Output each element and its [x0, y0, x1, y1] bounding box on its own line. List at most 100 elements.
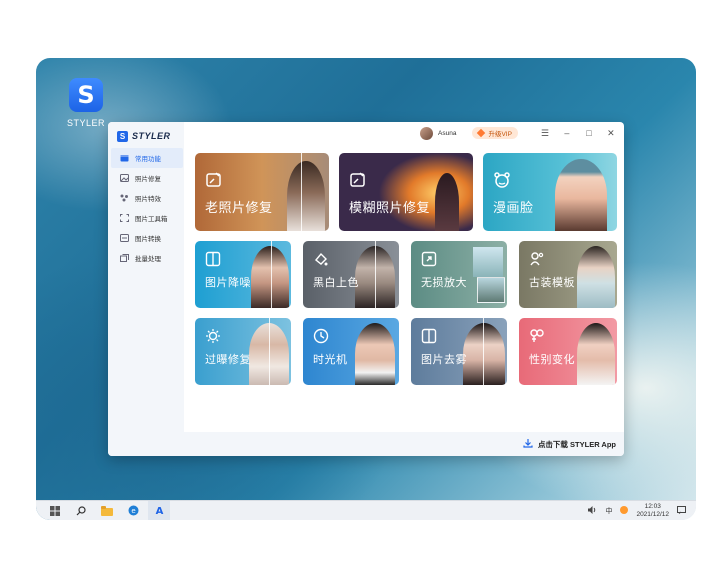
taskbar: e A 中 12:03 2021/12/12 [36, 500, 696, 520]
toolbox-icon [120, 214, 129, 222]
user-name: Asuna [438, 129, 457, 137]
card-title: 时光机 [313, 354, 348, 366]
user-profile[interactable]: Asuna [420, 126, 457, 140]
compare-divider [375, 241, 376, 308]
denoise-icon [205, 251, 223, 269]
brand-name: STYLER [132, 131, 171, 141]
home-icon [120, 154, 129, 162]
colorize-icon [313, 251, 331, 269]
portrait-image [435, 173, 459, 231]
compare-divider [483, 318, 484, 385]
card-gender-swap[interactable]: 性别变化 [519, 318, 617, 385]
card-ancient-costume[interactable]: 古装模板 [519, 241, 617, 308]
upscale-icon [421, 251, 439, 269]
card-overexposure-repair[interactable]: 过曝修复 [195, 318, 291, 385]
photo-icon [120, 174, 129, 182]
sidebar-item-toolbox[interactable]: 图片工具箱 [108, 208, 184, 228]
sidebar-item-convert[interactable]: 图片转换 [108, 228, 184, 248]
sidebar-item-label: 批量处理 [135, 256, 161, 263]
sidebar-item-label: 照片修复 [135, 176, 161, 183]
ime-indicator[interactable]: 中 [605, 506, 612, 516]
portrait-image [577, 323, 615, 385]
card-upscale[interactable]: 无损放大 [411, 241, 507, 308]
landscape-image [473, 247, 503, 277]
clock-icon [313, 328, 331, 346]
card-title: 过曝修复 [205, 354, 251, 366]
restore-icon [205, 171, 223, 189]
portrait-image [463, 323, 505, 385]
desktop-background: S STYLER e A 中 12:03 2021/12/12 S STYLER… [36, 58, 696, 520]
cartoon-portrait-image [555, 159, 607, 231]
exposure-icon [205, 328, 223, 346]
system-clock[interactable]: 12:03 2021/12/12 [636, 503, 669, 519]
card-time-machine[interactable]: 时光机 [303, 318, 399, 385]
styler-app-window: S STYLER 常用功能 照片修复 照片特效 图片工具箱 图片转换 批量处理 … [108, 122, 624, 456]
card-old-photo-repair[interactable]: 老照片修复 [195, 153, 329, 231]
volume-icon[interactable] [588, 505, 597, 516]
card-title: 模糊照片修复 [349, 200, 431, 215]
deblur-icon [349, 171, 367, 189]
windows-start-icon[interactable] [44, 501, 66, 521]
sidebar-item-label: 图片工具箱 [135, 216, 168, 223]
window-controls: ☰ – □ ✕ [534, 128, 622, 139]
maximize-button[interactable]: □ [578, 128, 600, 139]
card-blur-photo-repair[interactable]: 模糊照片修复 [339, 153, 473, 231]
costume-icon [529, 251, 547, 269]
cartoon-icon [493, 171, 511, 189]
styler-taskbar-icon[interactable]: A [148, 500, 170, 520]
download-label: 点击下载 STYLER App [537, 439, 616, 449]
convert-icon [120, 234, 129, 242]
compare-divider [301, 153, 302, 231]
costume-portrait-image [577, 246, 615, 308]
card-title: 图片降噪 [205, 277, 251, 289]
minimize-button[interactable]: – [556, 128, 578, 139]
sidebar-item-label: 照片特效 [135, 196, 161, 203]
card-dehaze[interactable]: 图片去雾 [411, 318, 507, 385]
tray-app-icon[interactable] [620, 505, 629, 516]
portrait-image [251, 246, 289, 308]
clock-time: 12:03 [644, 502, 661, 510]
file-explorer-icon[interactable] [96, 501, 118, 521]
notification-icon[interactable] [677, 505, 686, 516]
brand-logo-icon: S [117, 130, 128, 142]
avatar [420, 126, 433, 140]
edge-browser-icon[interactable]: e [122, 501, 144, 521]
card-cartoon-face[interactable]: 漫画脸 [483, 153, 617, 231]
svg-text:e: e [131, 507, 135, 515]
download-icon [523, 438, 533, 450]
upgrade-vip-button[interactable]: 升级VIP [472, 127, 518, 139]
styler-logo-icon: S [69, 78, 103, 112]
card-title: 黑白上色 [313, 277, 359, 289]
portrait-image [287, 161, 325, 231]
portrait-image [355, 323, 395, 385]
card-colorize[interactable]: 黑白上色 [303, 241, 399, 308]
clock-date: 2021/12/12 [636, 510, 669, 518]
sidebar: S STYLER 常用功能 照片修复 照片特效 图片工具箱 图片转换 批量处理 [108, 122, 184, 456]
card-title: 古装模板 [529, 277, 575, 289]
sidebar-item-common[interactable]: 常用功能 [111, 148, 183, 168]
download-app-link[interactable]: 点击下载 STYLER App [184, 432, 624, 456]
sidebar-item-photo-effects[interactable]: 照片特效 [108, 188, 184, 208]
desktop-shortcut-label: STYLER [66, 118, 105, 128]
compare-divider [269, 318, 270, 385]
card-title: 图片去雾 [421, 354, 467, 366]
card-title: 性别变化 [529, 354, 575, 366]
menu-button[interactable]: ☰ [534, 128, 556, 139]
sidebar-item-label: 图片转换 [135, 236, 161, 243]
svg-text:A: A [155, 506, 163, 516]
app-header: Asuna 升级VIP ☰ – □ ✕ [184, 122, 624, 144]
compare-divider [271, 241, 272, 308]
diamond-icon [477, 128, 486, 138]
sidebar-item-batch[interactable]: 批量处理 [108, 248, 184, 268]
sidebar-item-photo-repair[interactable]: 照片修复 [108, 168, 184, 188]
card-denoise[interactable]: 图片降噪 [195, 241, 291, 308]
landscape-inset-image [477, 277, 505, 303]
desktop-shortcut-styler[interactable]: S STYLER [60, 78, 112, 128]
card-title: 无损放大 [421, 277, 467, 289]
app-brand: S STYLER [108, 122, 184, 144]
card-title: 漫画脸 [493, 200, 534, 215]
batch-icon [120, 254, 129, 262]
search-icon[interactable] [70, 501, 92, 521]
sidebar-item-label: 常用功能 [135, 156, 161, 163]
close-button[interactable]: ✕ [600, 128, 622, 139]
